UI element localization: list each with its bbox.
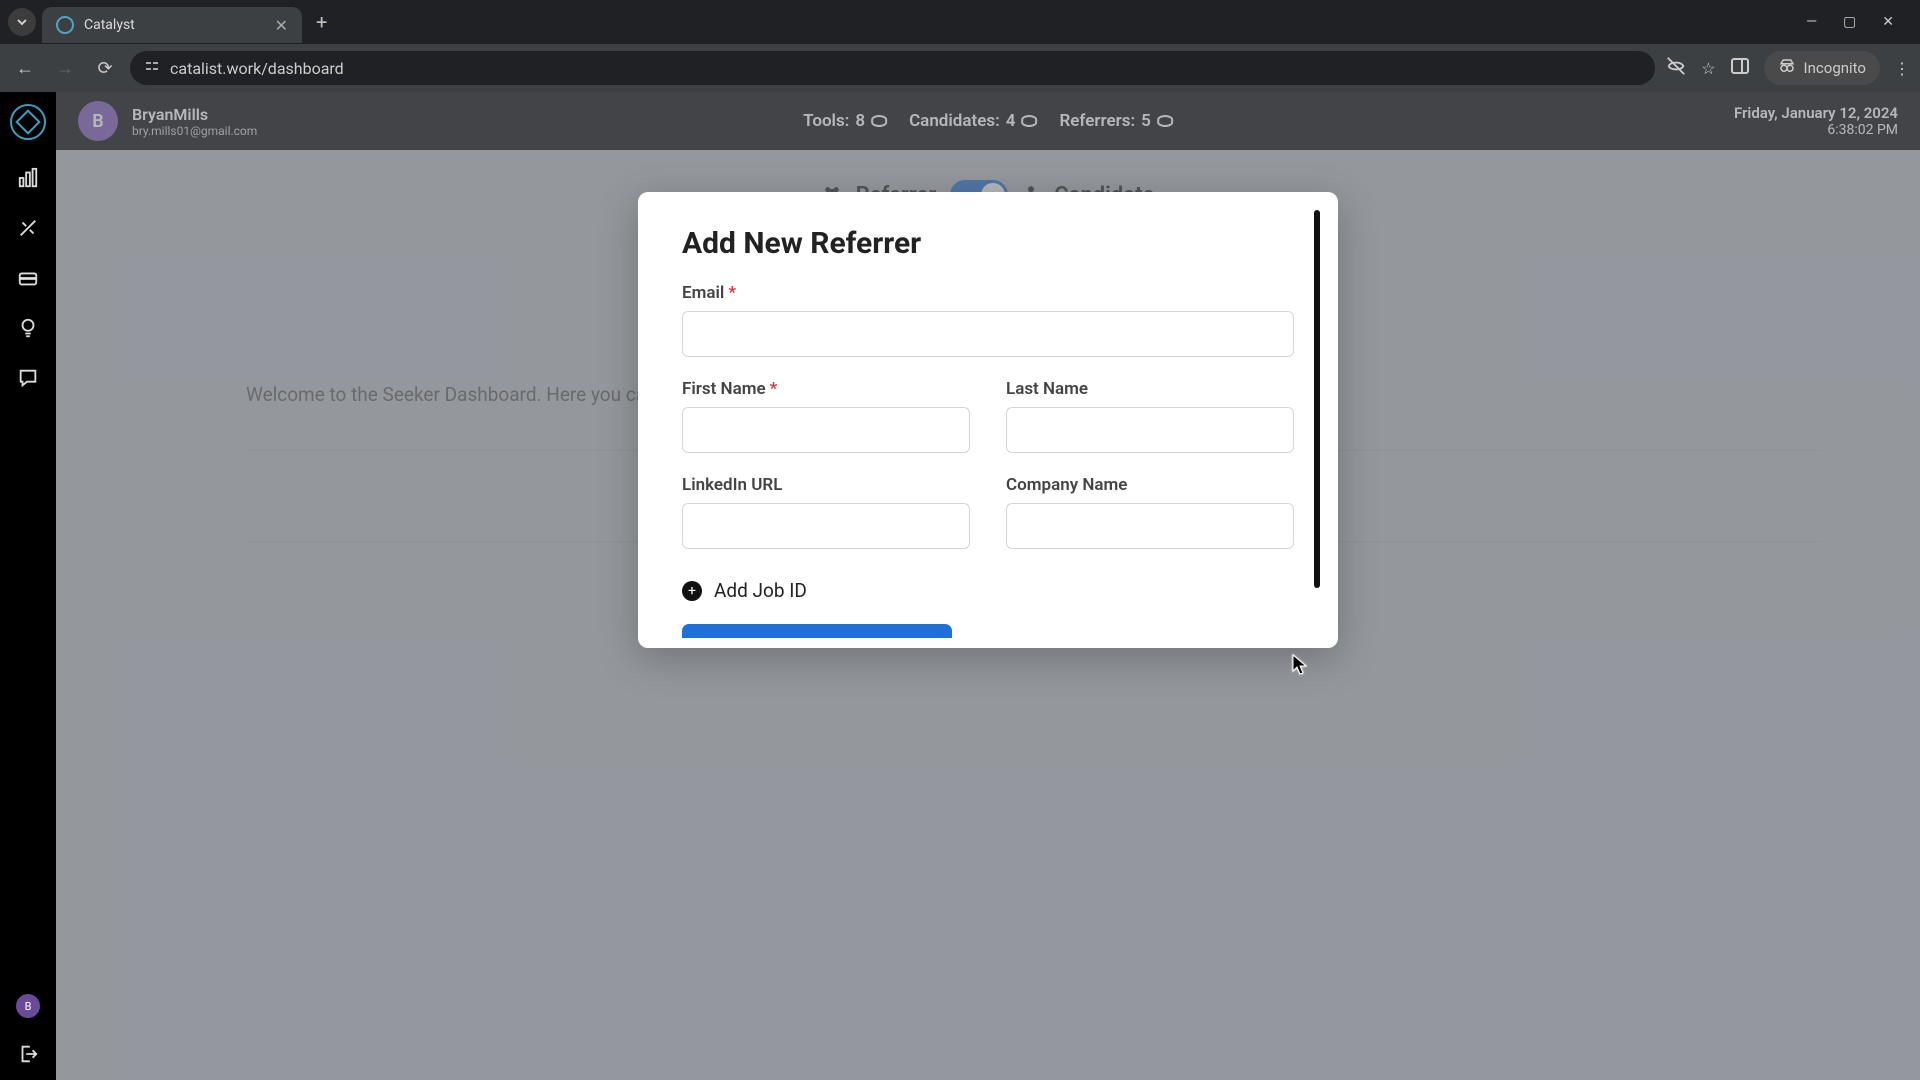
tabs-dropdown-button[interactable] xyxy=(8,8,36,36)
lightbulb-icon[interactable] xyxy=(16,316,40,340)
incognito-chip[interactable]: Incognito xyxy=(1764,51,1880,85)
incognito-icon xyxy=(1778,57,1796,79)
mouse-cursor xyxy=(1292,654,1308,676)
browser-tab[interactable]: Catalyst ✕ xyxy=(42,7,302,43)
email-input[interactable] xyxy=(682,311,1294,357)
address-bar: ← → ⟳ catalist.work/dashboard ☆ Incognit… xyxy=(0,44,1920,92)
tab-favicon xyxy=(56,16,74,34)
bookmark-star-icon[interactable]: ☆ xyxy=(1701,59,1715,78)
tools-icon[interactable] xyxy=(16,216,40,240)
linkedin-input[interactable] xyxy=(682,503,970,549)
close-window-button[interactable]: ✕ xyxy=(1882,14,1894,30)
linkedin-label: LinkedIn URL xyxy=(682,475,970,495)
firstname-input[interactable] xyxy=(682,407,970,453)
back-button[interactable]: ← xyxy=(10,53,40,83)
logout-icon[interactable] xyxy=(16,1042,40,1066)
add-job-label: Add Job ID xyxy=(714,579,807,602)
window-controls: — ▢ ✕ xyxy=(1806,14,1912,30)
email-label: Email* xyxy=(682,283,1294,303)
forward-button[interactable]: → xyxy=(50,53,80,83)
sidebar-avatar[interactable]: B xyxy=(16,994,40,1018)
modal-overlay[interactable]: Add New Referrer Email* First Name* Last… xyxy=(56,92,1920,1080)
tab-bar: Catalyst ✕ + — ▢ ✕ xyxy=(0,0,1920,44)
url-input[interactable]: catalist.work/dashboard xyxy=(130,51,1655,85)
company-label: Company Name xyxy=(1006,475,1294,495)
site-settings-icon[interactable] xyxy=(144,58,160,78)
firstname-label: First Name* xyxy=(682,379,970,399)
reload-button[interactable]: ⟳ xyxy=(90,53,120,83)
modal-scrollbar[interactable] xyxy=(1314,210,1320,588)
maximize-button[interactable]: ▢ xyxy=(1843,14,1856,30)
company-input[interactable] xyxy=(1006,503,1294,549)
sidebar: B xyxy=(0,92,56,1080)
app-root: B B BryanMills bry.mills01@gmail.com Too… xyxy=(0,92,1920,1080)
add-job-id-button[interactable]: + Add Job ID xyxy=(682,579,1294,602)
new-tab-button[interactable]: + xyxy=(308,6,335,38)
dashboard-icon[interactable] xyxy=(16,166,40,190)
plus-circle-icon: + xyxy=(682,581,702,601)
wallet-icon[interactable] xyxy=(16,266,40,290)
app-logo[interactable] xyxy=(10,104,46,140)
lastname-label: Last Name xyxy=(1006,379,1294,399)
submit-button-partial[interactable] xyxy=(682,624,952,638)
modal-title: Add New Referrer xyxy=(682,226,1294,261)
incognito-label: Incognito xyxy=(1804,59,1866,77)
add-referrer-modal: Add New Referrer Email* First Name* Last… xyxy=(638,192,1338,648)
tab-close-icon[interactable]: ✕ xyxy=(275,16,288,35)
eye-off-icon[interactable] xyxy=(1665,55,1687,81)
browser-menu-icon[interactable]: ⋮ xyxy=(1894,59,1910,78)
lastname-input[interactable] xyxy=(1006,407,1294,453)
tab-title: Catalyst xyxy=(84,17,135,33)
minimize-button[interactable]: — xyxy=(1806,14,1817,30)
browser-chrome: Catalyst ✕ + — ▢ ✕ ← → ⟳ catalist.work/d… xyxy=(0,0,1920,92)
panel-icon[interactable] xyxy=(1730,56,1750,80)
url-text: catalist.work/dashboard xyxy=(170,59,344,78)
chat-icon[interactable] xyxy=(16,366,40,390)
main-area: B BryanMills bry.mills01@gmail.com Tools… xyxy=(56,92,1920,1080)
